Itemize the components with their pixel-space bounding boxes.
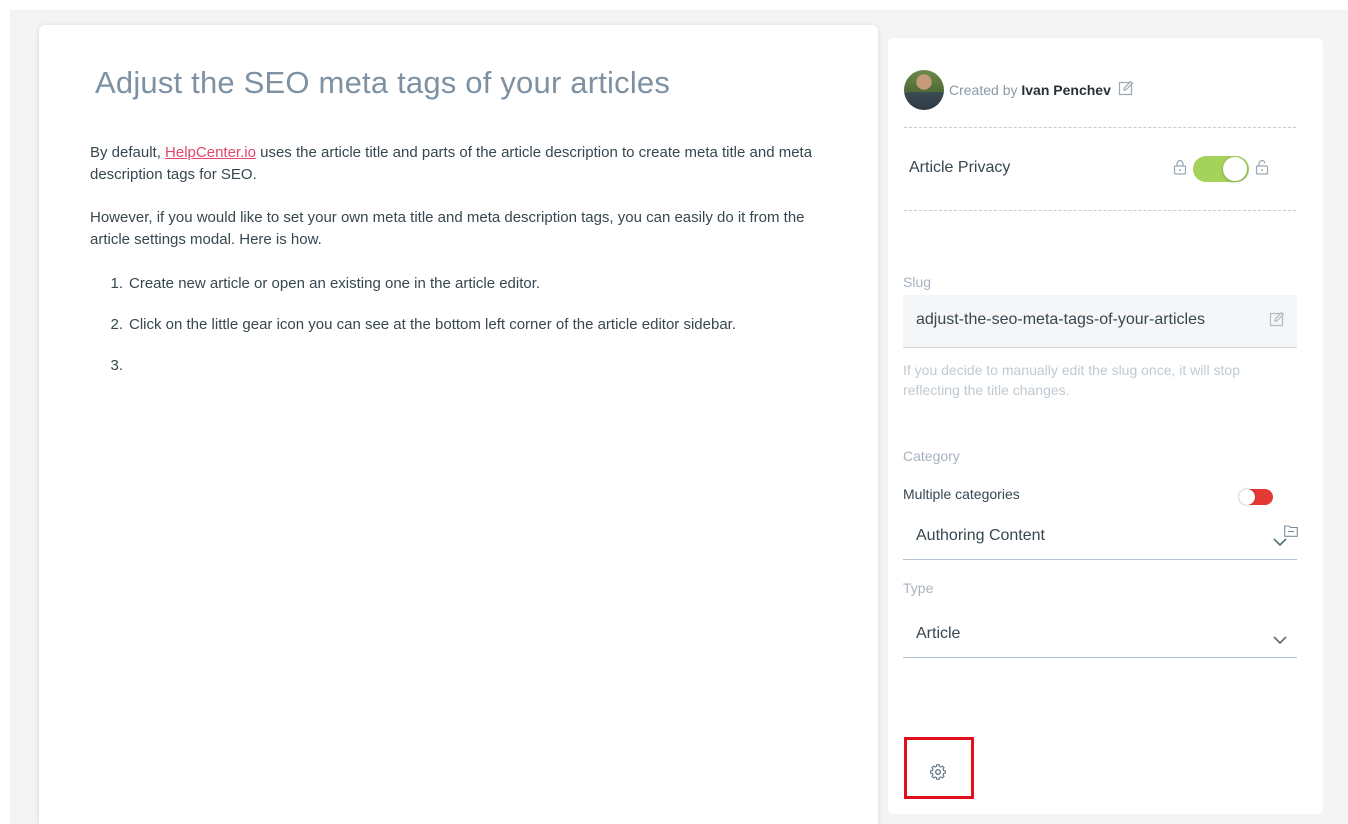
multiple-categories-toggle[interactable] bbox=[1239, 489, 1273, 505]
folder-icon[interactable] bbox=[1284, 524, 1298, 542]
category-select[interactable]: Authoring Content bbox=[903, 513, 1297, 560]
slug-label: Slug bbox=[903, 274, 932, 290]
article-privacy-toggle[interactable] bbox=[1193, 156, 1249, 182]
author-name: Ivan Penchev bbox=[1021, 82, 1111, 98]
type-label: Type bbox=[903, 580, 934, 596]
paragraph-text: By default, bbox=[90, 144, 166, 161]
list-item[interactable]: 3. bbox=[90, 355, 736, 377]
article-settings-sidebar: Created by Ivan Penchev Article Privacy … bbox=[888, 38, 1323, 814]
edit-icon[interactable] bbox=[1269, 311, 1285, 332]
privacy-control bbox=[1173, 156, 1269, 182]
helpcenter-link[interactable]: HelpCenter.io bbox=[165, 144, 256, 161]
article-editor[interactable]: Adjust the SEO meta tags of your article… bbox=[39, 25, 878, 824]
list-number: 2. bbox=[110, 316, 123, 333]
type-value: Article bbox=[916, 625, 961, 642]
chevron-down-icon bbox=[1273, 631, 1287, 649]
article-title[interactable]: Adjust the SEO meta tags of your article… bbox=[95, 65, 670, 101]
article-privacy-label: Article Privacy bbox=[909, 159, 1011, 176]
list-item[interactable]: 1. Create new article or open an existing… bbox=[90, 273, 736, 295]
divider bbox=[904, 210, 1296, 211]
divider bbox=[904, 127, 1296, 128]
list-item[interactable]: 2. Click on the little gear icon you can … bbox=[90, 314, 736, 336]
list-number: 3. bbox=[110, 357, 123, 374]
unlock-icon bbox=[1255, 159, 1269, 180]
category-label: Category bbox=[903, 448, 960, 464]
slug-help-text: If you decide to manually edit the slug … bbox=[903, 362, 1240, 398]
list-item-text: Click on the little gear icon you can se… bbox=[129, 316, 736, 333]
slug-value: adjust-the-seo-meta-tags-of-your-article… bbox=[916, 311, 1205, 328]
gear-icon[interactable] bbox=[930, 764, 946, 785]
lock-icon bbox=[1173, 159, 1187, 180]
article-paragraph-2[interactable]: However, if you would like to set your o… bbox=[90, 207, 830, 251]
toggle-knob bbox=[1223, 157, 1247, 181]
list-number: 1. bbox=[110, 275, 123, 292]
author-row: Created by Ivan Penchev bbox=[904, 69, 1134, 111]
steps-list: 1. Create new article or open an existing… bbox=[90, 273, 736, 396]
type-select[interactable]: Article bbox=[903, 611, 1297, 658]
list-item-text: Create new article or open an existing o… bbox=[129, 275, 541, 292]
created-by-text: Created by Ivan Penchev bbox=[949, 82, 1111, 98]
edit-icon[interactable] bbox=[1118, 80, 1134, 101]
avatar bbox=[904, 70, 944, 110]
toggle-knob bbox=[1239, 489, 1255, 505]
settings-highlight-box bbox=[904, 737, 974, 799]
category-value: Authoring Content bbox=[916, 527, 1045, 544]
article-paragraph-1[interactable]: By default, HelpCenter.io uses the artic… bbox=[90, 142, 830, 186]
multiple-categories-label: Multiple categories bbox=[903, 486, 1020, 502]
created-by-label: Created by bbox=[949, 82, 1018, 98]
slug-field[interactable]: adjust-the-seo-meta-tags-of-your-article… bbox=[903, 295, 1297, 348]
